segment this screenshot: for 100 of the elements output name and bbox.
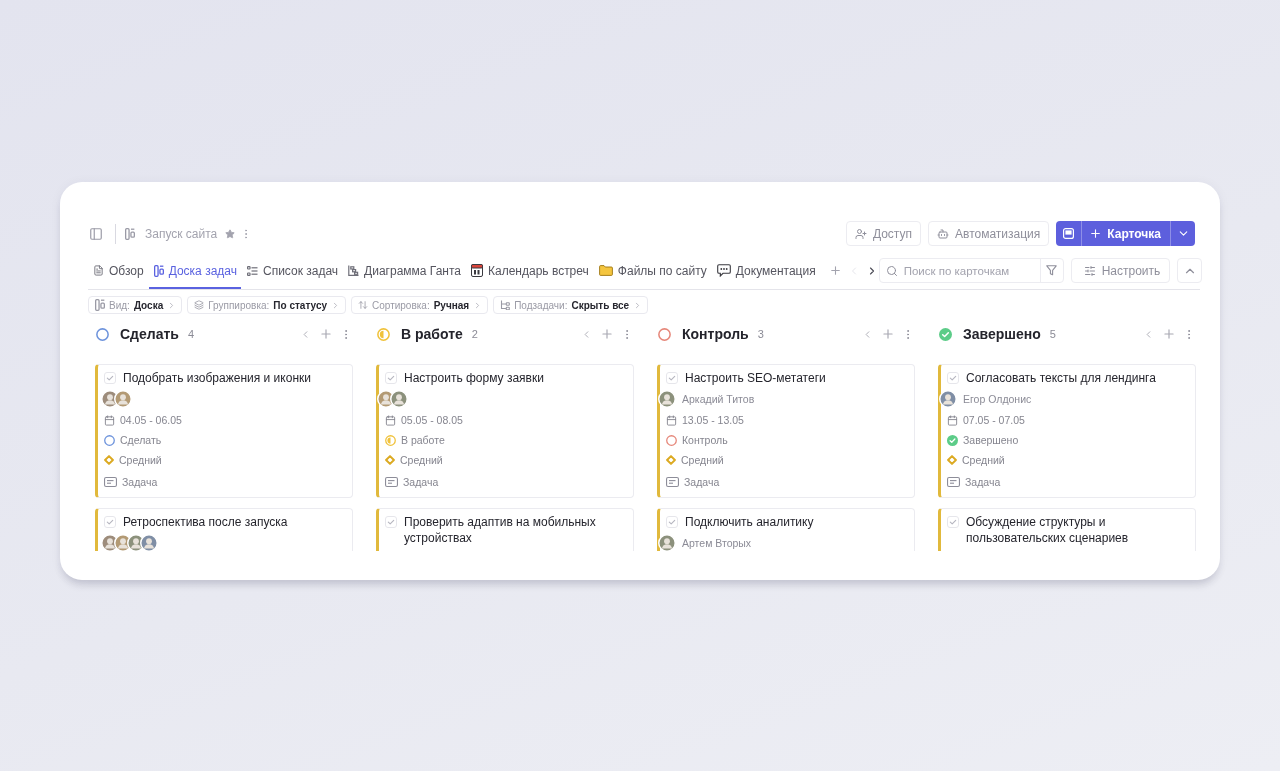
- calendar-icon: [666, 414, 677, 426]
- date-range: 13.05 - 13.05: [682, 414, 744, 426]
- plus-icon: [1089, 227, 1103, 240]
- plus-icon: [600, 327, 614, 341]
- priority-label: Средний: [400, 454, 443, 466]
- status-label: Контроль: [682, 434, 728, 446]
- status-label: Сделать: [120, 434, 162, 446]
- task-card[interactable]: Подключить аналитику Артем Вторых: [657, 508, 915, 551]
- task-card[interactable]: Ретроспектива после запуска: [95, 508, 353, 551]
- star-icon[interactable]: [225, 228, 236, 239]
- card-title: Настроить SEO-метатеги: [685, 370, 827, 386]
- diamond-icon: [104, 455, 114, 465]
- gantt-chart-icon: [348, 265, 360, 276]
- card-count: 2: [471, 328, 478, 340]
- avatar-icon: [114, 390, 132, 408]
- tab[interactable]: Диаграмма Ганта: [343, 258, 465, 289]
- plus-icon: [829, 264, 843, 277]
- filter-chip[interactable]: Подзадачи: Скрыть все: [493, 296, 649, 314]
- task-type-label: Задача: [965, 476, 1001, 488]
- checkbox[interactable]: [104, 516, 116, 528]
- task-card[interactable]: Подобрать изображения и иконки 04.05 - 06.05 Сделать Средний Задача: [95, 364, 353, 498]
- add-card-button[interactable]: Карточка: [1081, 221, 1170, 246]
- chevron-right-icon: [331, 300, 340, 310]
- add-card-button[interactable]: [880, 326, 896, 342]
- filter-chip[interactable]: Вид: Доска: [88, 296, 183, 314]
- add-card-button[interactable]: [599, 326, 615, 342]
- list-icon: [246, 265, 258, 276]
- column-title: Контроль: [682, 326, 749, 342]
- card-icon: [947, 477, 960, 487]
- assignee-name: Егор Олдонис: [963, 393, 1032, 405]
- priority-label: Средний: [681, 454, 724, 466]
- card-count: 5: [1049, 328, 1056, 340]
- tab[interactable]: Доска задач: [148, 258, 241, 289]
- task-card[interactable]: Настроить форму заявки 05.05 - 08.05 В работе Средний Задача: [376, 364, 634, 498]
- calendar-icon: [104, 414, 115, 426]
- filter-chip[interactable]: Сортировка: Ручная: [351, 296, 489, 314]
- assignee-name: Аркадий Титов: [682, 393, 755, 405]
- checkbox[interactable]: [947, 516, 959, 528]
- card-title: Проверить адаптив на мобильных устройствах: [404, 514, 597, 546]
- document-icon: [93, 265, 104, 276]
- card-title: Подключить аналитику: [685, 514, 815, 530]
- plus-icon: [1162, 327, 1176, 341]
- diamond-icon: [947, 455, 957, 465]
- project-title: Запуск сайта: [145, 226, 218, 241]
- half-circle-icon: [377, 327, 390, 341]
- checkbox[interactable]: [947, 372, 959, 384]
- checkbox[interactable]: [666, 372, 678, 384]
- task-type-label: Задача: [122, 476, 158, 488]
- speech-bubble-icon: [716, 264, 731, 277]
- board-icon: [95, 299, 105, 311]
- tab[interactable]: Список задач: [241, 258, 343, 289]
- filter-chip[interactable]: Группировка: По статусу: [187, 296, 346, 314]
- dropdown-button[interactable]: [1170, 221, 1195, 246]
- diamond-icon: [666, 455, 676, 465]
- card-count: 3: [757, 328, 764, 340]
- search-field[interactable]: Поиск по карточкам: [878, 258, 1064, 283]
- sort-icon: [358, 300, 368, 310]
- ring-icon: [104, 434, 115, 446]
- column-title: Завершено: [963, 326, 1041, 342]
- plus-icon: [319, 327, 333, 341]
- add-card-button[interactable]: [318, 326, 334, 342]
- search-input[interactable]: Поиск по карточкам: [903, 262, 1040, 279]
- card-title: Обсуждение структуры и пользовательских сценариев: [966, 514, 1130, 546]
- card-icon: [666, 477, 679, 487]
- sidebar-toggle-button[interactable]: [89, 225, 103, 242]
- checkbox[interactable]: [385, 372, 397, 384]
- calendar-icon: [385, 414, 396, 426]
- board-icon: [153, 264, 164, 277]
- checkbox[interactable]: [385, 516, 397, 528]
- plus-icon: [881, 327, 895, 341]
- card-icon: [104, 477, 117, 487]
- task-card[interactable]: Проверить адаптив на мобильных устройствах: [376, 508, 634, 551]
- tab[interactable]: Файлы по сайту: [593, 258, 711, 289]
- column-title: В работе: [401, 326, 463, 342]
- checkbox[interactable]: [104, 372, 116, 384]
- date-range: 05.05 - 08.05: [401, 414, 463, 426]
- assignee-name: Артем Вторых: [682, 537, 752, 549]
- priority-label: Средний: [962, 454, 1005, 466]
- board-icon: [125, 227, 135, 240]
- subtasks-icon: [500, 300, 511, 310]
- card-icon: [1063, 228, 1075, 239]
- avatar-icon: [140, 534, 158, 551]
- tab[interactable]: Документация: [711, 258, 820, 289]
- add-card-button[interactable]: [1161, 326, 1177, 342]
- card-view-button[interactable]: [1056, 221, 1082, 246]
- search-icon: [885, 264, 898, 277]
- card-count: 4: [187, 328, 195, 340]
- task-card[interactable]: Настроить SEO-метатеги Аркадий Титов 13.05 - 13.05 Контроль Средний Задача: [657, 364, 915, 498]
- folder-icon: [598, 265, 613, 276]
- task-card[interactable]: Согласовать тексты для лендинга Егор Олдонис 07.05 - 07.05 Завершено Средний Задача: [938, 364, 1196, 498]
- calendar-icon: [471, 264, 483, 277]
- collapse-button[interactable]: [1177, 258, 1203, 283]
- tab[interactable]: Обзор: [88, 258, 148, 289]
- sidebar-icon: [89, 226, 103, 241]
- tab[interactable]: Календарь встреч: [466, 258, 593, 289]
- filter-icon: [1046, 265, 1058, 276]
- task-card[interactable]: Обсуждение структуры и пользовательских сценариев: [938, 508, 1196, 551]
- date-range: 04.05 - 06.05: [120, 414, 182, 426]
- checkbox[interactable]: [666, 516, 678, 528]
- half-circle-icon: [385, 434, 396, 446]
